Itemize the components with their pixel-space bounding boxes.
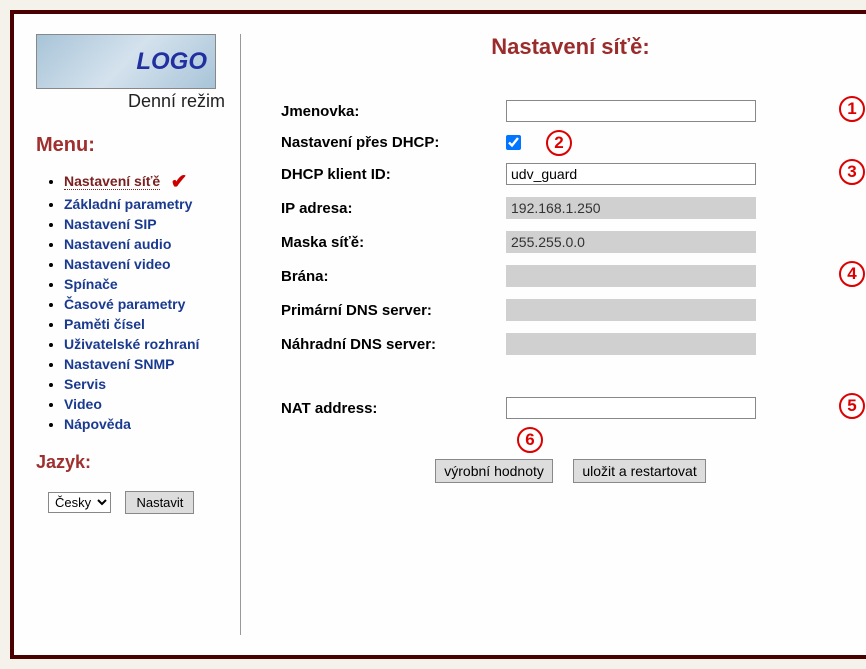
row-gateway: Brána: 4 — [281, 265, 860, 287]
label-dhcp-client-id: DHCP klient ID: — [281, 166, 506, 183]
menu-link[interactable]: Video — [64, 396, 102, 412]
menu-item-sip[interactable]: Nastavení SIP — [64, 216, 230, 234]
row-nametag: Jmenovka: 1 — [281, 100, 860, 122]
menu-link[interactable]: Servis — [64, 376, 106, 392]
buttons-row: 6 výrobní hodnoty uložit a restartovat — [281, 459, 860, 483]
label-dhcp: Nastavení přes DHCP: — [281, 134, 506, 151]
annotation-1: 1 — [839, 96, 865, 122]
annotation-6: 6 — [517, 427, 543, 453]
row-nat: NAT address: 5 — [281, 397, 860, 419]
input-dhcp-client-id[interactable] — [506, 163, 756, 185]
row-mask: Maska síťě: — [281, 231, 860, 253]
menu-link[interactable]: Nastavení audio — [64, 236, 171, 252]
menu-item-service[interactable]: Servis — [64, 376, 230, 394]
menu-item-switches[interactable]: Spínače — [64, 276, 230, 294]
menu-item-basic[interactable]: Základní parametry — [64, 196, 230, 214]
sidebar: LOGO Denní režim Menu: Nastavení síťě ✔ … — [26, 34, 241, 635]
annotation-2: 2 — [546, 130, 572, 156]
input-nat[interactable] — [506, 397, 756, 419]
menu-item-video[interactable]: Nastavení video — [64, 256, 230, 274]
menu-link[interactable]: Nastavení video — [64, 256, 171, 272]
input-gateway — [506, 265, 756, 287]
label-ip: IP adresa: — [281, 200, 506, 217]
menu-link[interactable]: Paměti čísel — [64, 316, 145, 332]
label-dns1: Primární DNS server: — [281, 302, 506, 319]
menu-link[interactable]: Spínače — [64, 276, 118, 292]
label-dns2: Náhradní DNS server: — [281, 336, 506, 353]
menu-item-videopage[interactable]: Video — [64, 396, 230, 414]
input-mask — [506, 231, 756, 253]
checkmark-icon: ✔ — [171, 169, 188, 194]
checkbox-dhcp[interactable] — [506, 135, 521, 150]
menu-item-audio[interactable]: Nastavení audio — [64, 236, 230, 254]
menu-link[interactable]: Časové parametry — [64, 296, 185, 312]
menu-item-time[interactable]: Časové parametry — [64, 296, 230, 314]
menu-link[interactable]: Základní parametry — [64, 196, 192, 212]
input-nametag[interactable] — [506, 100, 756, 122]
row-dhcp-client-id: DHCP klient ID: 3 — [281, 163, 860, 185]
menu-link[interactable]: Nápověda — [64, 416, 131, 432]
menu-item-snmp[interactable]: Nastavení SNMP — [64, 356, 230, 374]
menu-link[interactable]: Uživatelské rozhraní — [64, 336, 199, 352]
input-dns2 — [506, 333, 756, 355]
menu-link[interactable]: Nastavení SIP — [64, 216, 157, 232]
annotation-5: 5 — [839, 393, 865, 419]
language-row: Česky Nastavit — [36, 491, 230, 514]
row-dhcp: Nastavení přes DHCP: 2 — [281, 134, 860, 151]
label-nat: NAT address: — [281, 400, 506, 417]
app-frame: LOGO Denní režim Menu: Nastavení síťě ✔ … — [10, 10, 866, 659]
annotation-4: 4 — [839, 261, 865, 287]
menu-link[interactable]: Nastavení síťě — [64, 173, 160, 190]
defaults-button[interactable]: výrobní hodnoty — [435, 459, 553, 483]
language-heading: Jazyk: — [36, 452, 230, 473]
input-ip — [506, 197, 756, 219]
label-mask: Maska síťě: — [281, 234, 506, 251]
page-title: Nastavení síťě: — [281, 34, 860, 60]
label-nametag: Jmenovka: — [281, 103, 506, 120]
menu-list: Nastavení síťě ✔ Základní parametry Nast… — [36, 169, 230, 434]
language-set-button[interactable]: Nastavit — [125, 491, 194, 514]
row-ip: IP adresa: — [281, 197, 860, 219]
row-dns2: Náhradní DNS server: — [281, 333, 860, 355]
menu-link[interactable]: Nastavení SNMP — [64, 356, 174, 372]
menu-item-ui[interactable]: Uživatelské rozhraní — [64, 336, 230, 354]
menu-heading: Menu: — [36, 134, 230, 157]
row-dns1: Primární DNS server: — [281, 299, 860, 321]
main-content: Nastavení síťě: Jmenovka: 1 Nastavení př… — [241, 34, 860, 635]
logo: LOGO — [36, 34, 216, 89]
menu-item-memory[interactable]: Paměti čísel — [64, 316, 230, 334]
save-restart-button[interactable]: uložit a restartovat — [573, 459, 705, 483]
input-dns1 — [506, 299, 756, 321]
annotation-3: 3 — [839, 159, 865, 185]
language-select[interactable]: Česky — [48, 492, 111, 513]
label-gateway: Brána: — [281, 268, 506, 285]
menu-item-network[interactable]: Nastavení síťě ✔ — [64, 169, 230, 194]
logo-text: LOGO — [136, 48, 207, 76]
menu-item-help[interactable]: Nápověda — [64, 416, 230, 434]
mode-label: Denní režim — [36, 91, 230, 112]
